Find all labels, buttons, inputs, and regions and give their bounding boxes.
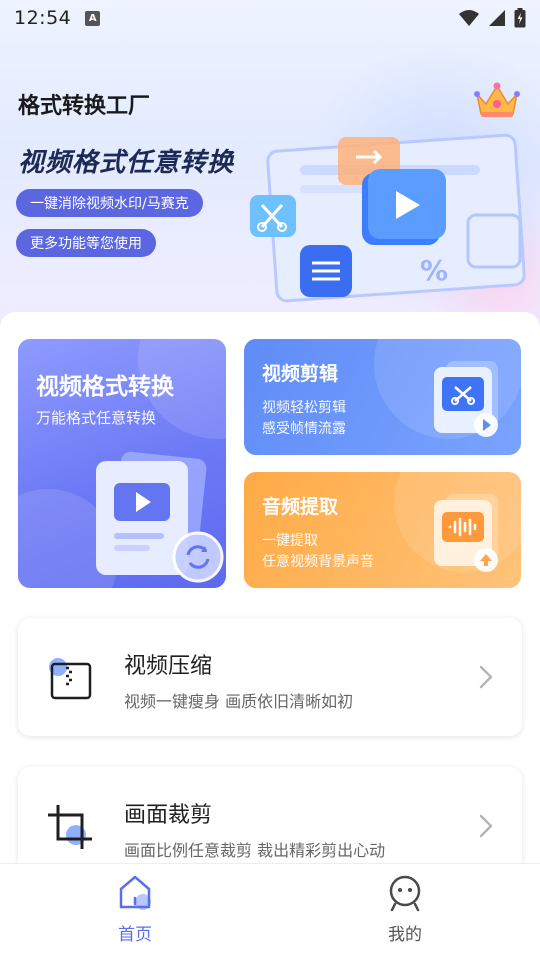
- video-edit-card[interactable]: 视频剪辑 视频轻松剪辑 感受帧情流露: [244, 339, 521, 455]
- hero-banner[interactable]: 格式转换工厂 视频格式任意转换 一键消除视频水印/马赛克 更多功能等您使用 %: [0, 0, 540, 330]
- audio-extract-line-2: 任意视频背景声音: [262, 554, 374, 570]
- content-panel: 视频格式转换 万能格式任意转换 视频剪辑 视频轻松剪辑 感受帧情流露 音频提取 …: [0, 312, 540, 872]
- video-convert-card[interactable]: 视频格式转换 万能格式任意转换: [18, 339, 226, 588]
- audio-extract-line-1: 一键提取: [262, 533, 318, 549]
- nav-home[interactable]: 首页: [0, 864, 270, 960]
- video-convert-subtitle: 万能格式任意转换: [36, 409, 157, 427]
- status-icons: [458, 8, 526, 28]
- crop-icon: [48, 805, 92, 849]
- status-bar: 12:54 A: [0, 0, 540, 36]
- bottom-nav: 首页 我的: [0, 863, 540, 960]
- scissors-icon: [434, 361, 498, 437]
- battery-icon: [514, 8, 526, 28]
- profile-icon: [389, 875, 421, 912]
- compress-icon: [49, 658, 92, 700]
- svg-text:%: %: [420, 254, 448, 287]
- play-icon: [96, 451, 224, 583]
- wifi-icon: [459, 10, 479, 26]
- video-convert-title: 视频格式转换: [36, 374, 174, 400]
- banner-illustration: %: [250, 133, 526, 303]
- nav-mine[interactable]: 我的: [270, 864, 540, 960]
- app-title: 格式转换工厂: [18, 94, 151, 119]
- banner-headline: 视频格式任意转换: [18, 148, 235, 178]
- banner-pill-watermark[interactable]: 一键消除视频水印/马赛克: [16, 189, 203, 217]
- nav-mine-label: 我的: [388, 925, 422, 945]
- waveform-icon: [434, 494, 498, 572]
- status-time: 12:54: [14, 7, 72, 29]
- notification-a-icon: A: [85, 10, 101, 26]
- picture-crop-subtitle: 画面比例任意裁剪 裁出精彩剪出心动: [124, 841, 386, 860]
- video-edit-line-2: 感受帧情流露: [262, 421, 346, 437]
- video-edit-line-1: 视频轻松剪辑: [262, 400, 346, 416]
- signal-icon: [489, 10, 505, 26]
- video-compress-subtitle: 视频一键瘦身 画质依旧清晰如初: [124, 692, 354, 711]
- video-edit-title: 视频剪辑: [262, 363, 339, 385]
- audio-extract-card[interactable]: 音频提取 一键提取 任意视频背景声音: [244, 472, 521, 588]
- chevron-right-icon[interactable]: [478, 813, 494, 839]
- picture-crop-item[interactable]: 画面裁剪 画面比例任意裁剪 裁出精彩剪出心动: [18, 767, 522, 872]
- home-icon: [119, 875, 151, 910]
- picture-crop-title: 画面裁剪: [124, 803, 213, 828]
- nav-home-label: 首页: [118, 925, 152, 945]
- audio-extract-title: 音频提取: [262, 496, 339, 518]
- crown-icon[interactable]: [472, 80, 522, 120]
- video-compress-title: 视频压缩: [124, 654, 213, 679]
- banner-pill-more[interactable]: 更多功能等您使用: [16, 229, 156, 257]
- chevron-right-icon[interactable]: [478, 664, 494, 690]
- video-compress-item[interactable]: 视频压缩 视频一键瘦身 画质依旧清晰如初: [18, 618, 522, 736]
